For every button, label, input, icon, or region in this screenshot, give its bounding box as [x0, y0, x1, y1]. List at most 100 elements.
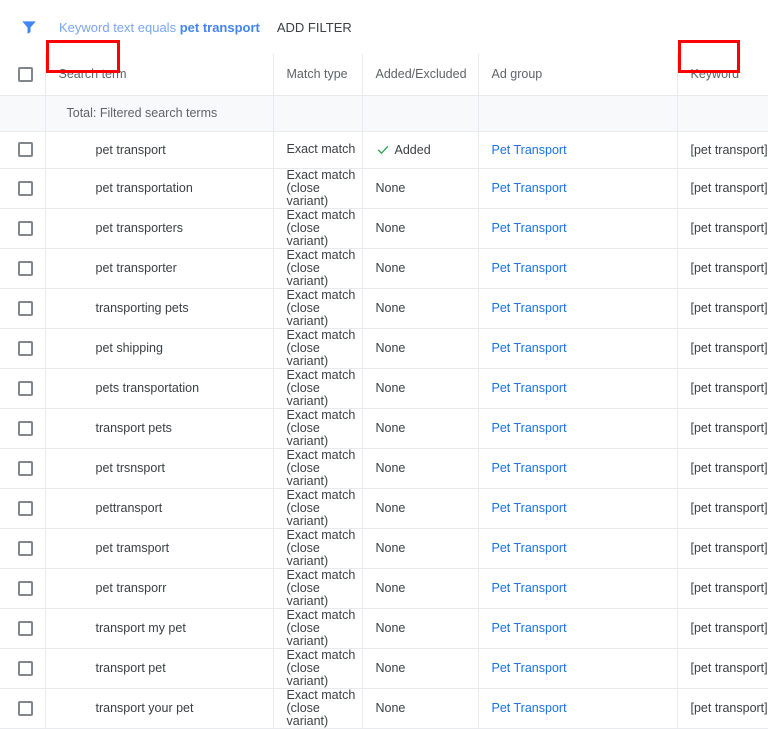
select-all-checkbox[interactable] — [18, 66, 33, 82]
ad-group-link[interactable]: Pet Transport — [492, 461, 567, 475]
cell-search-term: transport my pet — [45, 608, 274, 649]
cell-match-type: Exact match (close variant) — [273, 248, 363, 289]
cell-added-excluded: None — [362, 288, 479, 329]
cell-added-excluded: None — [362, 168, 479, 209]
cell-keyword: [pet transport] — [677, 131, 768, 169]
added-status-label: None — [375, 621, 406, 635]
row-checkbox[interactable] — [18, 142, 33, 157]
match-type-sub: (close variant) — [286, 340, 329, 368]
cell-added-excluded: None — [362, 688, 479, 729]
filter-chip-label: Keyword text equals — [59, 19, 177, 35]
cell-match-type: Exact match (close variant) — [273, 328, 363, 369]
table-row[interactable]: pet transporr Exact match (close variant) N… — [0, 568, 768, 609]
row-checkbox-cell — [0, 131, 46, 169]
total-row-keyword — [677, 95, 768, 132]
ad-group-link[interactable]: Pet Transport — [492, 381, 567, 395]
table-row[interactable]: pets transportation Exact match (close var… — [0, 368, 768, 409]
ad-group-link[interactable]: Pet Transport — [492, 143, 567, 157]
ad-group-link[interactable]: Pet Transport — [492, 701, 567, 715]
cell-added-excluded: Added — [362, 131, 479, 169]
column-header-ad-group[interactable]: Ad group — [478, 54, 678, 96]
cell-keyword: [pet transport] — [677, 248, 768, 289]
match-type-main: Exact match — [286, 447, 356, 462]
row-checkbox[interactable] — [18, 420, 33, 436]
total-row-match-type — [273, 95, 363, 132]
row-checkbox-cell — [0, 568, 46, 609]
row-checkbox[interactable] — [18, 700, 33, 716]
row-checkbox[interactable] — [18, 660, 33, 676]
added-status: None — [376, 381, 478, 395]
ad-group-link[interactable]: Pet Transport — [492, 541, 567, 555]
ad-group-link[interactable]: Pet Transport — [492, 221, 567, 235]
column-header-match-type[interactable]: Match type — [273, 54, 363, 96]
added-status-label: None — [375, 461, 406, 475]
table-row[interactable]: transport your pet Exact match (close vari… — [0, 688, 768, 729]
table-row[interactable]: transport my pet Exact match (close varian… — [0, 608, 768, 649]
cell-search-term: pet trsnsport — [45, 448, 274, 489]
ad-group-link[interactable]: Pet Transport — [492, 581, 567, 595]
row-checkbox[interactable] — [18, 380, 33, 396]
ad-group-link[interactable]: Pet Transport — [492, 421, 567, 435]
cell-keyword: [pet transport] — [677, 208, 768, 249]
row-checkbox[interactable] — [18, 220, 33, 236]
table-row[interactable]: pet trsnsport Exact match (close variant) N… — [0, 447, 768, 489]
ad-group-link[interactable]: Pet Transport — [492, 501, 567, 515]
row-checkbox-cell — [0, 448, 46, 489]
add-filter-button[interactable]: ADD FILTER — [277, 20, 352, 35]
table-row[interactable]: transport pets Exact match (close variant)… — [0, 408, 768, 449]
row-checkbox[interactable] — [18, 460, 33, 476]
table-row[interactable]: pet transporter Exact match (close variant… — [0, 248, 768, 289]
row-checkbox[interactable] — [18, 500, 33, 516]
added-status: None — [376, 221, 478, 235]
column-header-keyword[interactable]: Keyword — [677, 40, 768, 96]
added-status-label: None — [375, 181, 406, 195]
row-checkbox-cell — [0, 248, 46, 289]
table-row[interactable]: pet transporters Exact match (close varian… — [0, 208, 768, 249]
column-header-search-term[interactable]: Search term — [45, 40, 274, 96]
table-row[interactable]: pet transportation Exact match (close vari… — [0, 168, 768, 209]
cell-search-term: pet tramsport — [45, 528, 274, 569]
column-header-select-all — [0, 54, 46, 96]
table-row[interactable]: transporting pets Exact match (close varia… — [0, 288, 768, 329]
table-row[interactable]: pet transport Exact match Added Pet Transpo… — [0, 131, 768, 169]
row-checkbox[interactable] — [18, 300, 33, 316]
cell-ad-group: Pet Transport — [478, 208, 678, 249]
match-type-sub: (close variant) — [286, 460, 329, 488]
column-header-search-term-label: Search term — [58, 67, 127, 82]
row-checkbox[interactable] — [18, 180, 33, 196]
cell-match-type: Exact match (close variant) — [273, 168, 363, 209]
ad-group-link[interactable]: Pet Transport — [492, 341, 567, 355]
cell-match-type: Exact match (close variant) — [273, 487, 363, 529]
table-row[interactable]: transport pet Exact match (close variant) N… — [0, 648, 768, 689]
filter-chip-keyword-text[interactable]: Keyword text equals pet transport — [59, 20, 260, 35]
total-row-label: Total: Filtered search terms — [45, 95, 274, 132]
table-row[interactable]: pet shipping Exact match (close variant) No… — [0, 328, 768, 369]
cell-search-term: transport your pet — [45, 688, 274, 729]
ad-group-link[interactable]: Pet Transport — [492, 301, 567, 315]
ad-group-link[interactable]: Pet Transport — [492, 181, 567, 195]
added-status-label: None — [375, 261, 406, 275]
total-row-checkbox-cell — [0, 95, 46, 132]
cell-keyword: [pet transport] — [677, 488, 768, 529]
row-checkbox[interactable] — [18, 580, 33, 596]
row-checkbox[interactable] — [18, 260, 33, 276]
cell-added-excluded: None — [362, 488, 479, 529]
table-row[interactable]: pettransport Exact match (close variant) No… — [0, 487, 768, 529]
match-type-main: Exact match — [286, 487, 356, 502]
row-checkbox[interactable] — [18, 540, 33, 556]
cell-keyword: [pet transport] — [677, 448, 768, 489]
filter-funnel-icon[interactable] — [20, 18, 38, 36]
ad-group-link[interactable]: Pet Transport — [492, 621, 567, 635]
cell-ad-group: Pet Transport — [478, 248, 678, 289]
row-checkbox[interactable] — [18, 620, 33, 636]
ad-group-link[interactable]: Pet Transport — [492, 261, 567, 275]
table-body: Total: Filtered search terms pet transpo… — [0, 95, 768, 729]
row-checkbox[interactable] — [18, 340, 33, 356]
column-header-added-excluded[interactable]: Added/Excluded — [362, 54, 479, 96]
ad-group-link[interactable]: Pet Transport — [492, 661, 567, 675]
total-row-ad-group — [478, 95, 678, 132]
green-check-icon — [377, 145, 388, 154]
table-row[interactable]: pet tramsport Exact match (close variant) N… — [0, 528, 768, 569]
cell-search-term: pet transporter — [45, 248, 274, 289]
cell-ad-group: Pet Transport — [478, 328, 678, 369]
